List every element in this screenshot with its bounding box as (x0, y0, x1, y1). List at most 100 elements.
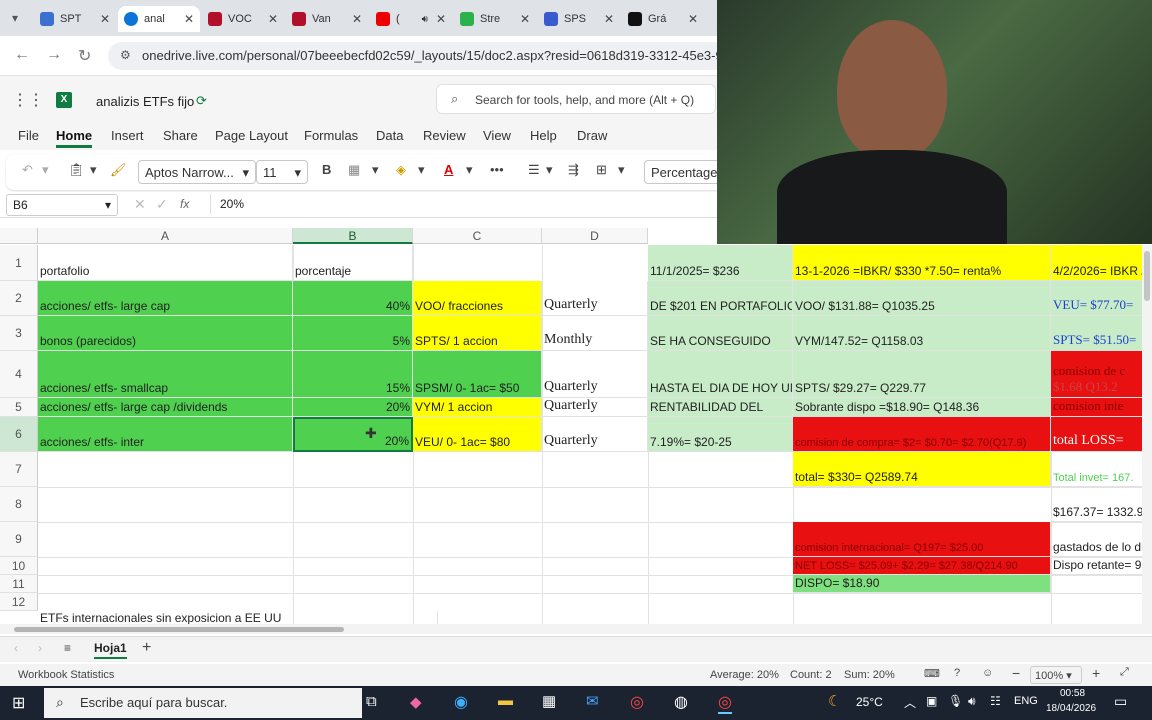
close-icon[interactable]: ✕ (520, 12, 530, 26)
cell-b4[interactable]: 15% (293, 351, 413, 398)
name-box[interactable]: B6 ▾ (6, 194, 118, 216)
row-header-7[interactable]: 7 (0, 452, 38, 487)
cell-g3[interactable]: SPTS= $51.50= (1051, 316, 1152, 351)
chevron-down-icon[interactable]: ▾ (90, 162, 97, 178)
format-painter-icon[interactable]: 🖌︎ (110, 162, 127, 178)
close-icon[interactable]: ✕ (352, 12, 362, 26)
browser-tab-6[interactable]: Stre ✕ (454, 6, 536, 32)
cell-e4[interactable]: HASTA EL DIA DE HOY UNA (648, 351, 793, 398)
menu-home[interactable]: Home (56, 128, 93, 148)
undo-icon[interactable]: ↶ (22, 162, 33, 178)
site-info-icon[interactable]: ⚙ (120, 48, 131, 62)
menu-file[interactable]: File (18, 128, 39, 143)
taskbar-search-box[interactable]: ⌕ Escribe aquí para buscar. (44, 688, 362, 718)
menu-data[interactable]: Data (376, 128, 403, 143)
chevron-down-icon[interactable]: ▾ (618, 162, 625, 178)
clock-date[interactable]: 18/04/2026 (1046, 703, 1096, 714)
cell-e3[interactable]: SE HA CONSEGUIDO (648, 316, 793, 351)
forward-icon[interactable]: → (46, 46, 62, 64)
next-sheet-icon[interactable]: › (38, 641, 42, 655)
file-explorer-icon[interactable]: ▬ (498, 692, 513, 709)
menu-insert[interactable]: Insert (111, 128, 144, 143)
cell-a2[interactable]: acciones/ etfs- large cap (38, 281, 293, 316)
row-header-9[interactable]: 9 (0, 522, 38, 557)
add-sheet-button[interactable]: + (142, 639, 151, 657)
menu-formulas[interactable]: Formulas (304, 128, 358, 143)
document-title[interactable]: analizis ETFs fijo (96, 94, 194, 109)
cell-f2[interactable]: VOO/ $131.88= Q1035.25 (793, 281, 1051, 316)
cell-g6[interactable]: total LOSS= (1051, 417, 1152, 452)
copilot-icon[interactable]: ◆ (410, 693, 422, 711)
paste-icon[interactable]: 📋︎ (68, 162, 85, 178)
cell-a5[interactable]: acciones/ etfs- large cap /dividends (38, 398, 293, 417)
cell-a3[interactable]: bonos (parecidos) (38, 316, 293, 351)
cell-d6[interactable]: Quarterly (542, 417, 648, 452)
prev-sheet-icon[interactable]: ‹ (14, 641, 18, 655)
merge-icon[interactable]: ⊞ (596, 162, 607, 178)
workbook-statistics[interactable]: Workbook Statistics (18, 669, 114, 681)
row-header-10[interactable]: 10 (0, 557, 38, 575)
column-header-b[interactable]: B (293, 228, 413, 244)
close-icon[interactable]: ✕ (268, 12, 278, 26)
cell-e6[interactable]: 7.19%= $20-25 (648, 417, 793, 452)
row-header-1[interactable]: 1 (0, 245, 38, 281)
chevron-down-icon[interactable]: ▾ (546, 162, 553, 178)
cell-d5[interactable]: Quarterly (542, 398, 648, 417)
store-icon[interactable]: ▦ (542, 692, 556, 710)
close-icon[interactable]: ✕ (436, 12, 446, 26)
browser-tab-7[interactable]: SPS ✕ (538, 6, 620, 32)
menu-review[interactable]: Review (423, 128, 466, 143)
font-color-icon[interactable]: A (444, 162, 453, 177)
language-indicator[interactable]: ENG (1014, 695, 1038, 707)
cell-g1[interactable]: 4/2/2026= IBKR / (1051, 245, 1152, 281)
url-field[interactable]: ⚙ onedrive.live.com/personal/07beeebecfd… (108, 42, 728, 70)
cell-e2[interactable]: DE $201 EN PORTAFOLIO (648, 281, 793, 316)
cell-g4[interactable]: comision de c $1.68 Q13.2 (1051, 351, 1152, 398)
close-icon[interactable]: ✕ (604, 12, 614, 26)
row-header-4[interactable]: 4 (0, 351, 38, 398)
fill-color-icon[interactable]: ◈ (396, 162, 406, 178)
zoom-in-icon[interactable]: + (1092, 665, 1100, 681)
tab-list-chevron-icon[interactable]: ▾ (12, 11, 18, 25)
app-launcher-icon[interactable]: ⋮⋮ (12, 90, 44, 110)
cell-c6[interactable]: VEU/ 0- 1ac= $80 (413, 417, 542, 452)
zoom-select[interactable]: 100% ▾ (1030, 666, 1082, 684)
chevron-down-icon[interactable]: ▾ (42, 162, 49, 178)
align-icon[interactable]: ☰ (528, 162, 540, 178)
keyboard-icon[interactable]: ⌨ (924, 667, 940, 680)
close-icon[interactable]: ✕ (688, 12, 698, 26)
clock-time[interactable]: 00:58 (1060, 688, 1085, 699)
cell-g10[interactable]: Dispo retante= 9 (1051, 557, 1152, 575)
cell-b3[interactable]: 5% (293, 316, 413, 351)
select-all-corner[interactable] (0, 228, 38, 244)
fullscreen-icon[interactable]: ⤢ (1120, 666, 1129, 679)
cell-a1[interactable]: portafolio (38, 245, 293, 281)
menu-help[interactable]: Help (530, 128, 557, 143)
cell-g2[interactable]: VEU= $77.70= (1051, 281, 1152, 316)
cell-b5[interactable]: 20% (293, 398, 413, 417)
cell-a4[interactable]: acciones/ etfs- smallcap (38, 351, 293, 398)
scrollbar-thumb[interactable] (14, 627, 344, 632)
network-icon[interactable]: ☷ (990, 694, 1001, 708)
saved-status-icon[interactable]: ⟳ (196, 93, 207, 109)
cell-c4[interactable]: SPSM/ 0- 1ac= $50 (413, 351, 542, 398)
zoom-out-icon[interactable]: − (1012, 665, 1020, 681)
sheet-tab-hoja1[interactable]: Hoja1 (94, 641, 127, 659)
notifications-icon[interactable]: ▭ (1114, 693, 1127, 710)
row-header-6[interactable]: 6 (0, 417, 38, 452)
chrome-icon[interactable]: ◎ (630, 692, 644, 712)
cell-f11[interactable]: DISPO= $18.90 (793, 575, 1051, 593)
row-header-12[interactable]: 12 (0, 593, 38, 611)
chevron-down-icon[interactable]: ▾ (466, 162, 473, 178)
cell-c3[interactable]: SPTS/ 1 accion (413, 316, 542, 351)
font-size-select[interactable]: 11 ▾ (256, 160, 308, 184)
scrollbar-thumb[interactable] (1144, 251, 1150, 301)
cell-d2[interactable]: Quarterly (542, 281, 648, 316)
cell-g8[interactable]: $167.37= 1332.9 (1051, 487, 1152, 522)
cell-f4[interactable]: SPTS/ $29.27= Q229.77 (793, 351, 1051, 398)
cell-f1[interactable]: 13-1-2026 =IBKR/ $330 *7.50= renta% (793, 245, 1051, 281)
microphone-icon[interactable]: 🎙︎ (948, 694, 963, 708)
windows-start-icon[interactable]: ⊞ (12, 693, 25, 713)
chrome-active-icon[interactable]: ◎ (718, 692, 732, 714)
sheet-list-icon[interactable]: ≡ (64, 641, 71, 655)
